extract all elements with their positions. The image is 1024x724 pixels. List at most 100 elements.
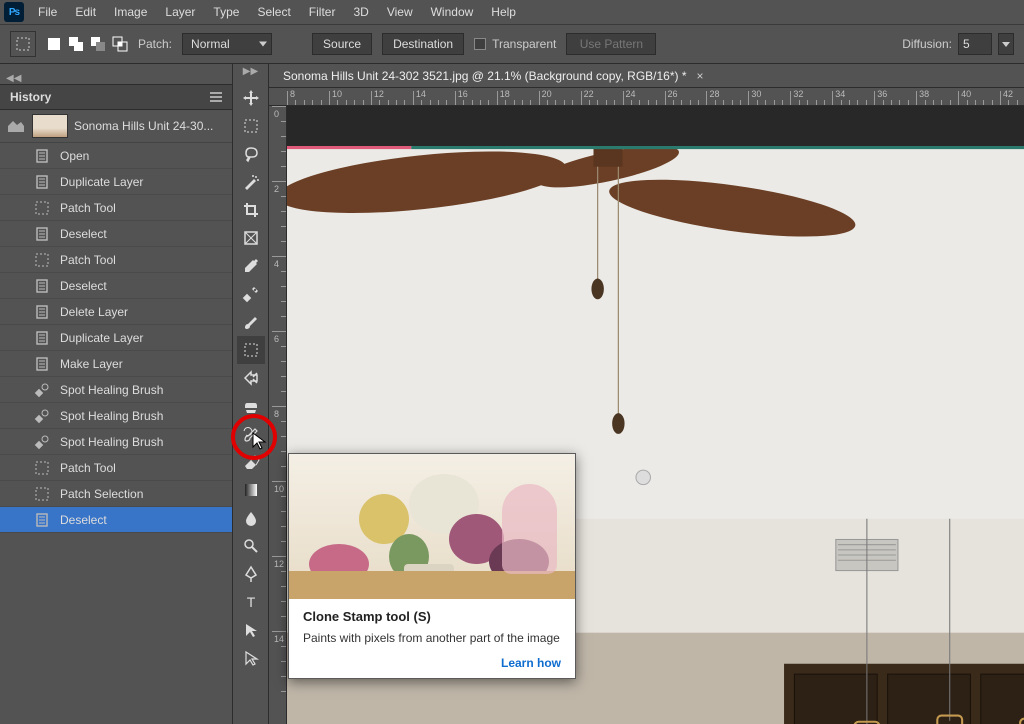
destination-button[interactable]: Destination (382, 33, 464, 55)
path-selection-tool[interactable] (237, 616, 265, 644)
panel-collapse-left[interactable]: ◀◀ (6, 73, 21, 84)
history-item-icon (32, 276, 52, 296)
history-item[interactable]: Patch Tool (0, 455, 232, 481)
history-item[interactable]: Deselect (0, 273, 232, 299)
blur-tool[interactable] (237, 504, 265, 532)
current-tool-icon[interactable] (10, 31, 36, 57)
history-item-label: Make Layer (60, 357, 123, 371)
menu-filter[interactable]: Filter (305, 3, 340, 21)
history-item[interactable]: Delete Layer (0, 299, 232, 325)
panel-menu-icon[interactable] (210, 92, 222, 102)
selection-mode-add[interactable] (68, 36, 84, 52)
patch-mode-select[interactable]: Normal (182, 33, 272, 55)
frame-tool[interactable] (237, 224, 265, 252)
transparent-label: Transparent (492, 37, 556, 51)
menu-3d[interactable]: 3D (349, 3, 372, 21)
history-item[interactable]: Duplicate Layer (0, 325, 232, 351)
history-item[interactable]: Deselect (0, 507, 232, 533)
history-item[interactable]: Patch Tool (0, 247, 232, 273)
menu-help[interactable]: Help (487, 3, 520, 21)
history-item[interactable]: Spot Healing Brush (0, 377, 232, 403)
history-item-icon (32, 510, 52, 530)
history-item[interactable]: Make Layer (0, 351, 232, 377)
history-item[interactable]: Patch Tool (0, 195, 232, 221)
menu-layer[interactable]: Layer (161, 3, 199, 21)
marquee-tool[interactable] (237, 112, 265, 140)
selection-mode-subtract[interactable] (90, 36, 106, 52)
history-item-label: Spot Healing Brush (60, 383, 163, 397)
tooltip-preview-image (289, 454, 575, 599)
magic-wand-tool[interactable] (237, 168, 265, 196)
spot-healing-tool[interactable] (237, 280, 265, 308)
history-item-label: Duplicate Layer (60, 331, 143, 345)
diffusion-label: Diffusion: (902, 37, 952, 51)
history-item-label: Patch Tool (60, 461, 116, 475)
pen-tool[interactable] (237, 560, 265, 588)
selection-mode-group (46, 36, 128, 52)
history-item[interactable]: Duplicate Layer (0, 169, 232, 195)
toolbar-collapse-arrow[interactable]: ▶▶ (243, 66, 258, 77)
history-thumbnail (32, 114, 68, 138)
brush-tool[interactable] (237, 308, 265, 336)
history-item-label: Spot Healing Brush (60, 409, 163, 423)
menu-image[interactable]: Image (110, 3, 151, 21)
selection-mode-new[interactable] (46, 36, 62, 52)
diffusion-value[interactable]: 5 (958, 33, 992, 55)
move-tool[interactable] (237, 84, 265, 112)
tool-tooltip: Clone Stamp tool (S) Paints with pixels … (288, 453, 576, 679)
content-aware-move-tool[interactable] (237, 364, 265, 392)
svg-text:T: T (246, 594, 255, 610)
ruler-horizontal[interactable]: 81012141618202224262830323436384042 (269, 88, 1024, 106)
selection-mode-intersect[interactable] (112, 36, 128, 52)
history-item-label: Deselect (60, 279, 107, 293)
type-tool[interactable]: T (237, 588, 265, 616)
history-item-icon (32, 406, 52, 426)
patch-tool[interactable] (237, 336, 265, 364)
history-item[interactable]: Patch Selection (0, 481, 232, 507)
menu-bar: Ps File Edit Image Layer Type Select Fil… (0, 0, 1024, 24)
patch-label: Patch: (138, 37, 172, 51)
use-pattern-button: Use Pattern (566, 33, 656, 55)
menu-type[interactable]: Type (209, 3, 243, 21)
eyedropper-tool[interactable] (237, 252, 265, 280)
crop-tool[interactable] (237, 196, 265, 224)
diffusion-stepper[interactable] (998, 33, 1014, 55)
history-item-label: Deselect (60, 513, 107, 527)
history-snapshot[interactable]: Sonoma Hills Unit 24-30... (0, 110, 232, 143)
history-item-icon (32, 458, 52, 478)
tooltip-description: Paints with pixels from another part of … (303, 630, 561, 646)
gradient-tool[interactable] (237, 476, 265, 504)
history-item-icon (32, 484, 52, 504)
dodge-tool[interactable] (237, 532, 265, 560)
history-item-icon (32, 250, 52, 270)
history-item-icon (32, 198, 52, 218)
history-doc-name: Sonoma Hills Unit 24-30... (74, 119, 213, 133)
history-item-icon (32, 302, 52, 322)
history-item[interactable]: Spot Healing Brush (0, 403, 232, 429)
patch-mode-value: Normal (191, 37, 230, 51)
tools-panel: ▶▶ T (233, 64, 269, 724)
menu-view[interactable]: View (383, 3, 417, 21)
history-item[interactable]: Open (0, 143, 232, 169)
options-bar: Patch: Normal Source Destination Transpa… (0, 24, 1024, 64)
menu-window[interactable]: Window (427, 3, 478, 21)
menu-select[interactable]: Select (253, 3, 294, 21)
document-title: Sonoma Hills Unit 24-302 3521.jpg @ 21.1… (283, 69, 687, 83)
history-item-icon (32, 328, 52, 348)
close-document-icon[interactable]: × (697, 69, 704, 83)
history-item[interactable]: Spot Healing Brush (0, 429, 232, 455)
history-panel: ◀◀ History Sonoma Hills Unit 24-30... Op… (0, 64, 233, 724)
direct-selection-tool[interactable] (237, 644, 265, 672)
source-button[interactable]: Source (312, 33, 372, 55)
history-item-icon (32, 380, 52, 400)
transparent-checkbox[interactable] (474, 38, 486, 50)
document-tab[interactable]: Sonoma Hills Unit 24-302 3521.jpg @ 21.1… (269, 64, 1024, 88)
ruler-vertical[interactable]: 02468101214 (269, 106, 287, 724)
history-item[interactable]: Deselect (0, 221, 232, 247)
history-item-label: Patch Tool (60, 201, 116, 215)
lasso-tool[interactable] (237, 140, 265, 168)
clone-stamp-tool[interactable] (237, 392, 265, 420)
menu-file[interactable]: File (34, 3, 61, 21)
tooltip-learn-link[interactable]: Learn how (303, 656, 561, 670)
menu-edit[interactable]: Edit (71, 3, 100, 21)
